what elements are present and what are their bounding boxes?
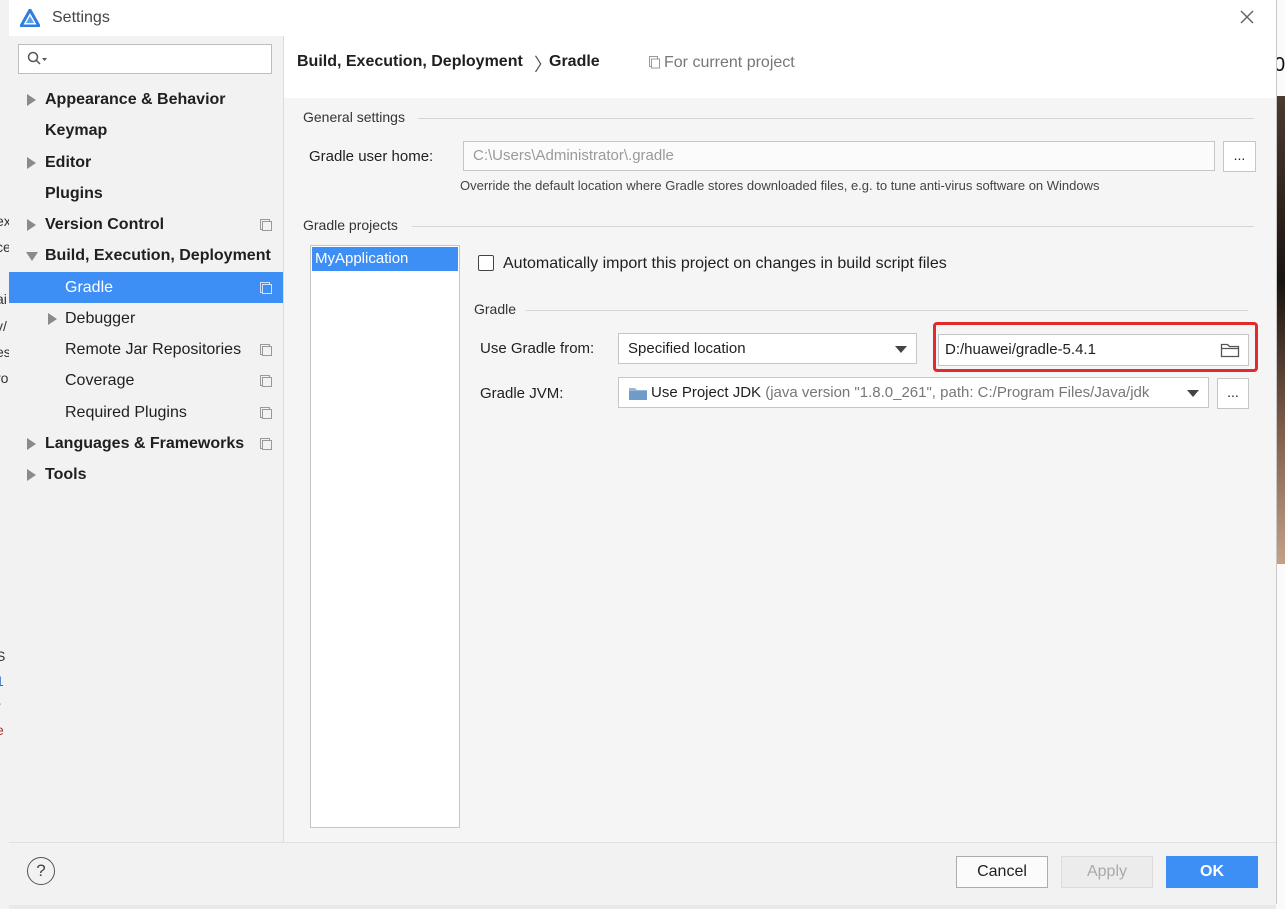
project-scope-icon: [260, 375, 272, 387]
background-text: es: [0, 344, 9, 360]
apply-button[interactable]: Apply: [1061, 856, 1153, 888]
folder-jdk-icon: [629, 388, 647, 400]
sidebar-item-label: Keymap: [45, 122, 108, 139]
background-text: r: [0, 698, 1, 714]
gradle-projects-list: MyApplication: [310, 245, 460, 828]
chevron-down-icon: [895, 346, 907, 353]
sidebar-item-label: Coverage: [65, 372, 135, 389]
auto-import-checkbox[interactable]: [478, 255, 494, 271]
section-divider: [418, 118, 1254, 119]
gradle-jvm-dropdown[interactable]: Use Project JDK (java version "1.8.0_261…: [618, 377, 1209, 408]
section-divider: [526, 310, 1248, 311]
gradle-jvm-value: Use Project JDK: [651, 384, 762, 401]
settings-sidebar: Appearance & Behavior Keymap Editor Plug…: [9, 36, 284, 842]
background-text: e: [0, 722, 4, 738]
chevron-down-icon: [1187, 390, 1199, 397]
scope-label: For current project: [664, 54, 795, 71]
sidebar-item-appearance[interactable]: Appearance & Behavior: [9, 84, 283, 115]
expand-arrow-icon[interactable]: [25, 428, 37, 459]
background-text: 1: [0, 673, 4, 689]
sidebar-item-plugins[interactable]: Plugins: [9, 178, 283, 209]
auto-import-label[interactable]: Automatically import this project on cha…: [503, 255, 947, 273]
sidebar-item-label: Editor: [45, 154, 92, 171]
project-scope-icon: [260, 407, 272, 419]
sidebar-item-label: Appearance & Behavior: [45, 91, 226, 108]
sidebar-item-label: Remote Jar Repositories: [65, 341, 242, 358]
sidebar-item-version-control[interactable]: Version Control: [9, 209, 283, 240]
sidebar-item-label: Languages & Frameworks: [45, 435, 245, 452]
background-text: ce: [0, 239, 9, 255]
gradle-home-hint: Override the default location where Grad…: [460, 178, 1100, 193]
window-title: Settings: [52, 9, 110, 26]
section-title-general: General settings: [303, 109, 405, 125]
search-input[interactable]: [51, 49, 265, 71]
settings-dialog: Settings Appearance & Behavior Keymap Ed…: [9, 0, 1277, 905]
sidebar-item-label: Debugger: [65, 310, 136, 327]
sidebar-item-gradle[interactable]: Gradle: [9, 272, 283, 303]
sidebar-item-label: Build, Execution, Deployment: [45, 247, 271, 264]
expand-arrow-icon[interactable]: [25, 84, 37, 115]
breadcrumb-parent[interactable]: Build, Execution, Deployment: [297, 53, 523, 71]
use-gradle-from-value: Specified location: [628, 340, 746, 357]
gradle-home-browse-button[interactable]: ...: [1223, 141, 1256, 172]
background-text: ex: [0, 213, 9, 229]
sidebar-item-keymap[interactable]: Keymap: [9, 115, 283, 146]
gradle-jvm-browse-button[interactable]: ...: [1217, 378, 1249, 409]
background-text: ro: [0, 370, 9, 386]
sidebar-item-editor[interactable]: Editor: [9, 147, 283, 178]
sidebar-item-label: Gradle: [65, 279, 114, 296]
sidebar-item-build-execution-deployment[interactable]: Build, Execution, Deployment: [9, 240, 283, 271]
dialog-footer: ? Cancel Apply OK: [9, 842, 1276, 905]
sidebar-item-coverage[interactable]: Coverage: [9, 365, 283, 396]
background-window-left: ex ce ai y/ es ro S : 1 r e t: [0, 0, 9, 909]
use-gradle-from-label: Use Gradle from:: [480, 340, 595, 357]
background-text: S :: [0, 648, 9, 664]
sidebar-item-tools[interactable]: Tools: [9, 459, 283, 490]
section-divider: [412, 226, 1254, 227]
close-icon[interactable]: [1238, 8, 1256, 26]
project-scope-icon: [649, 56, 660, 69]
sidebar-item-debugger[interactable]: Debugger: [9, 303, 283, 334]
sidebar-item-label: Tools: [45, 466, 87, 483]
use-gradle-from-dropdown[interactable]: Specified location: [618, 333, 917, 364]
background-text: ai: [0, 291, 7, 307]
sidebar-item-label: Version Control: [45, 216, 165, 233]
page-title: Gradle: [549, 53, 600, 70]
expand-arrow-icon[interactable]: [25, 209, 37, 240]
sidebar-item-remote-jar-repositories[interactable]: Remote Jar Repositories: [9, 334, 283, 365]
sidebar-item-label: Plugins: [45, 185, 103, 202]
sidebar-item-required-plugins[interactable]: Required Plugins: [9, 397, 283, 428]
expand-arrow-icon[interactable]: [46, 303, 58, 334]
background-window-right: 0: [1276, 0, 1285, 909]
project-scope-icon: [260, 282, 272, 294]
background-text: 0: [1276, 54, 1285, 76]
ok-button[interactable]: OK: [1166, 856, 1258, 888]
red-highlight-annotation: [933, 322, 1258, 372]
title-bar: Settings: [9, 0, 1276, 36]
project-scope-icon: [260, 344, 272, 356]
project-scope-icon: [260, 219, 272, 231]
help-button[interactable]: ?: [27, 857, 55, 885]
cancel-button[interactable]: Cancel: [956, 856, 1048, 888]
background-image: [1276, 96, 1285, 564]
search-icon: [27, 51, 47, 65]
sidebar-item-label: Required Plugins: [65, 404, 187, 421]
project-scope-icon: [260, 438, 272, 450]
expand-arrow-icon[interactable]: [25, 147, 37, 178]
gradle-jvm-label: Gradle JVM:: [480, 385, 564, 402]
collapse-arrow-icon[interactable]: [26, 240, 38, 271]
section-title-gradle: Gradle: [474, 301, 517, 317]
gradle-user-home-label: Gradle user home:: [309, 148, 434, 165]
settings-content: Build, Execution, Deployment 〉 Gradle Fo…: [284, 36, 1276, 842]
gradle-jvm-detail: (java version "1.8.0_261", path: C:/Prog…: [761, 384, 1150, 401]
sidebar-item-languages-frameworks[interactable]: Languages & Frameworks: [9, 428, 283, 459]
gradle-settings-panel: General settings Gradle user home: C:\Us…: [284, 98, 1276, 842]
list-item[interactable]: MyApplication: [312, 247, 458, 271]
expand-arrow-icon[interactable]: [25, 459, 37, 490]
background-text: y/: [0, 318, 7, 334]
search-box[interactable]: [18, 44, 272, 74]
section-title-projects: Gradle projects: [303, 217, 398, 233]
gradle-user-home-field[interactable]: C:\Users\Administrator\.gradle: [463, 141, 1215, 171]
app-logo-icon: [20, 9, 40, 27]
